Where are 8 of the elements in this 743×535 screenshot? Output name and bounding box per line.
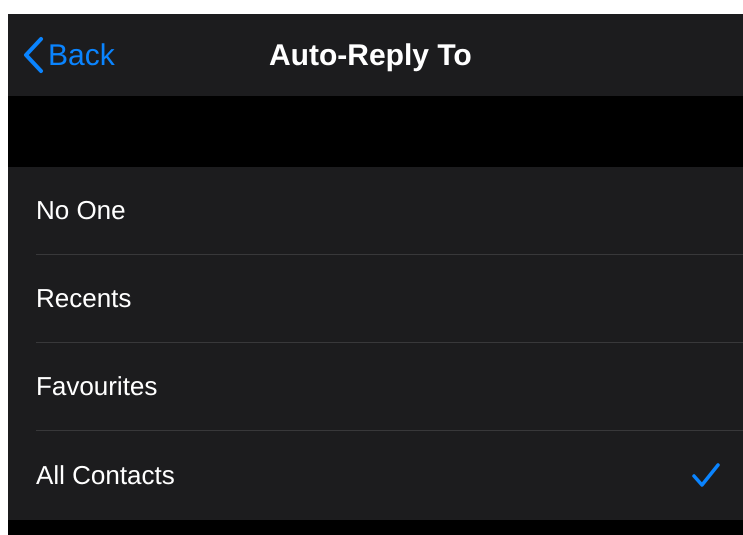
checkmark-icon <box>691 462 721 488</box>
option-label: Recents <box>36 282 132 315</box>
screen-title: Auto-Reply To <box>269 38 472 74</box>
back-button[interactable]: Back <box>22 32 115 78</box>
option-label: No One <box>36 194 126 227</box>
option-label: All Contacts <box>36 458 175 492</box>
option-label: Favourites <box>36 370 158 403</box>
back-chevron-icon <box>22 36 44 74</box>
